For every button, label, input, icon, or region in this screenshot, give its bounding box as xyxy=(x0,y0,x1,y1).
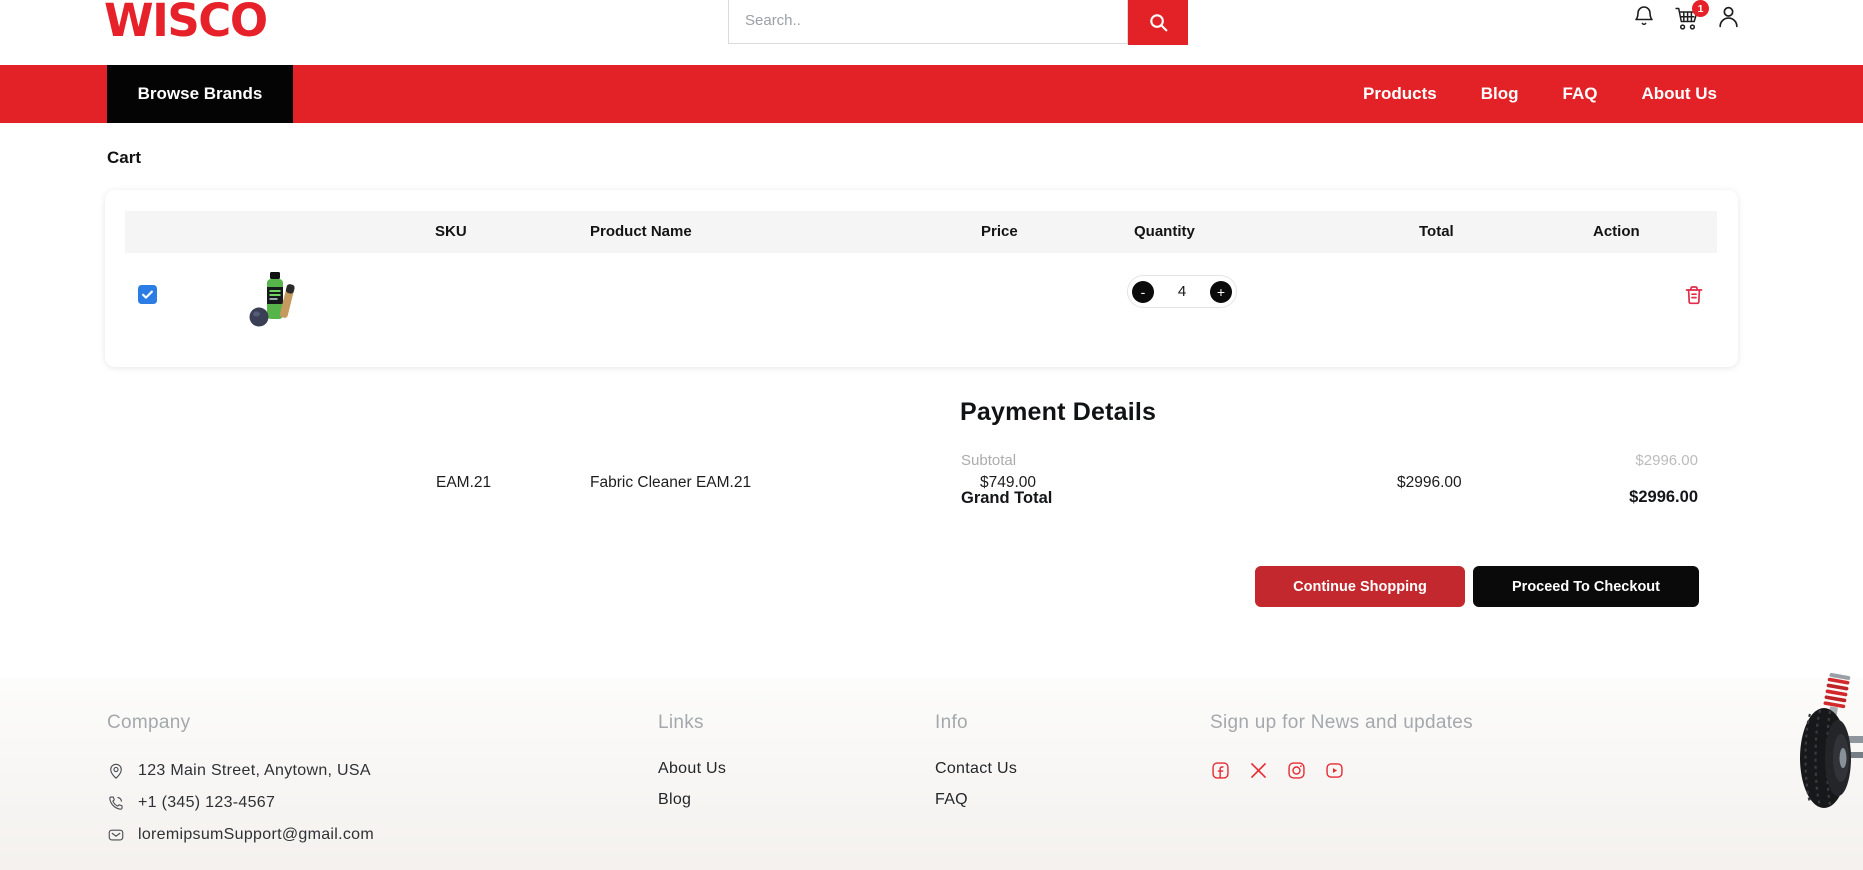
footer-address: 123 Main Street, Anytown, USA xyxy=(138,762,371,780)
instagram-icon[interactable] xyxy=(1286,760,1307,781)
footer-info-column: Info Contact Us FAQ xyxy=(935,712,1017,822)
row-total: $2996.00 xyxy=(1397,474,1462,492)
payment-details-title: Payment Details xyxy=(960,398,1156,427)
row-name: Fabric Cleaner EAM.21 xyxy=(590,474,751,492)
quantity-value: 4 xyxy=(1178,283,1186,300)
main-navbar: Browse Brands Products Blog FAQ About Us xyxy=(0,65,1863,123)
search-icon xyxy=(1147,11,1170,34)
newsletter-heading: Sign up for News and updates xyxy=(1210,712,1473,734)
search-input[interactable] xyxy=(728,0,1128,44)
footer-link-faq[interactable]: FAQ xyxy=(935,791,1017,809)
search-button[interactable] xyxy=(1128,0,1188,45)
nav-link-about-us[interactable]: About Us xyxy=(1641,84,1717,104)
trash-icon xyxy=(1682,283,1708,307)
tire-suspension-image xyxy=(1800,670,1863,815)
footer-email-row[interactable]: loremipsumSupport@gmail.com xyxy=(107,824,374,846)
quantity-decrease-button[interactable]: - xyxy=(1132,281,1154,303)
quantity-stepper: - 4 + xyxy=(1127,275,1237,308)
footer-info-heading: Info xyxy=(935,712,1017,734)
row-sku: EAM.21 xyxy=(436,474,491,492)
footer-address-row: 123 Main Street, Anytown, USA xyxy=(107,760,374,782)
footer-link-blog[interactable]: Blog xyxy=(658,791,726,809)
footer-links-heading: Links xyxy=(658,712,726,734)
youtube-icon[interactable] xyxy=(1324,760,1345,781)
footer-newsletter-column: Sign up for News and updates xyxy=(1210,712,1473,781)
phone-icon xyxy=(107,794,125,812)
page-footer: Company 123 Main Street, Anytown, USA +1… xyxy=(0,678,1863,870)
column-header-name: Product Name xyxy=(590,211,692,253)
column-header-action: Action xyxy=(1593,211,1640,253)
nav-links: Products Blog FAQ About Us xyxy=(1363,84,1717,104)
grand-total-label: Grand Total xyxy=(961,489,1052,508)
location-pin-icon xyxy=(107,762,125,780)
nav-link-products[interactable]: Products xyxy=(1363,84,1437,104)
subtotal-label: Subtotal xyxy=(961,452,1016,469)
social-icons-row xyxy=(1210,760,1473,781)
row-select-checkbox[interactable] xyxy=(138,285,157,304)
email-icon xyxy=(107,826,125,844)
quantity-increase-button[interactable]: + xyxy=(1210,281,1232,303)
nav-link-blog[interactable]: Blog xyxy=(1481,84,1519,104)
cart-page-title: Cart xyxy=(107,148,141,168)
facebook-icon[interactable] xyxy=(1210,760,1231,781)
continue-shopping-button[interactable]: Continue Shopping xyxy=(1255,566,1465,607)
subtotal-value: $2996.00 xyxy=(1498,452,1698,469)
table-header-row xyxy=(125,211,1717,253)
proceed-to-checkout-button[interactable]: Proceed To Checkout xyxy=(1473,566,1699,607)
check-icon xyxy=(140,287,155,302)
product-thumbnail[interactable] xyxy=(249,270,299,333)
notifications-bell-icon[interactable] xyxy=(1632,4,1656,33)
grand-total-value: $2996.00 xyxy=(1498,488,1698,507)
nav-link-faq[interactable]: FAQ xyxy=(1563,84,1598,104)
cart-badge: 1 xyxy=(1692,0,1709,17)
user-account-icon[interactable] xyxy=(1716,4,1741,34)
footer-links-column: Links About Us Blog xyxy=(658,712,726,822)
footer-phone: +1 (345) 123-4567 xyxy=(138,794,275,812)
footer-email: loremipsumSupport@gmail.com xyxy=(138,826,374,844)
column-header-quantity: Quantity xyxy=(1134,211,1195,253)
browse-brands-button[interactable]: Browse Brands xyxy=(107,65,293,123)
wisco-cart-page: WISCO 1 Browse Brands xyxy=(0,0,1863,870)
footer-company-heading: Company xyxy=(107,712,374,734)
column-header-sku: SKU xyxy=(435,211,467,253)
footer-company-column: Company 123 Main Street, Anytown, USA +1… xyxy=(107,712,374,856)
column-header-price: Price xyxy=(981,211,1018,253)
delete-item-button[interactable] xyxy=(1682,282,1708,308)
footer-phone-row[interactable]: +1 (345) 123-4567 xyxy=(107,792,374,814)
brand-logo[interactable]: WISCO xyxy=(104,0,267,47)
x-twitter-icon[interactable] xyxy=(1248,760,1269,781)
top-header: WISCO 1 xyxy=(0,0,1863,65)
footer-link-about-us[interactable]: About Us xyxy=(658,760,726,778)
cart-table-card: SKU Product Name Price Quantity Total Ac… xyxy=(105,190,1738,367)
footer-link-contact-us[interactable]: Contact Us xyxy=(935,760,1017,778)
column-header-total: Total xyxy=(1419,211,1454,253)
